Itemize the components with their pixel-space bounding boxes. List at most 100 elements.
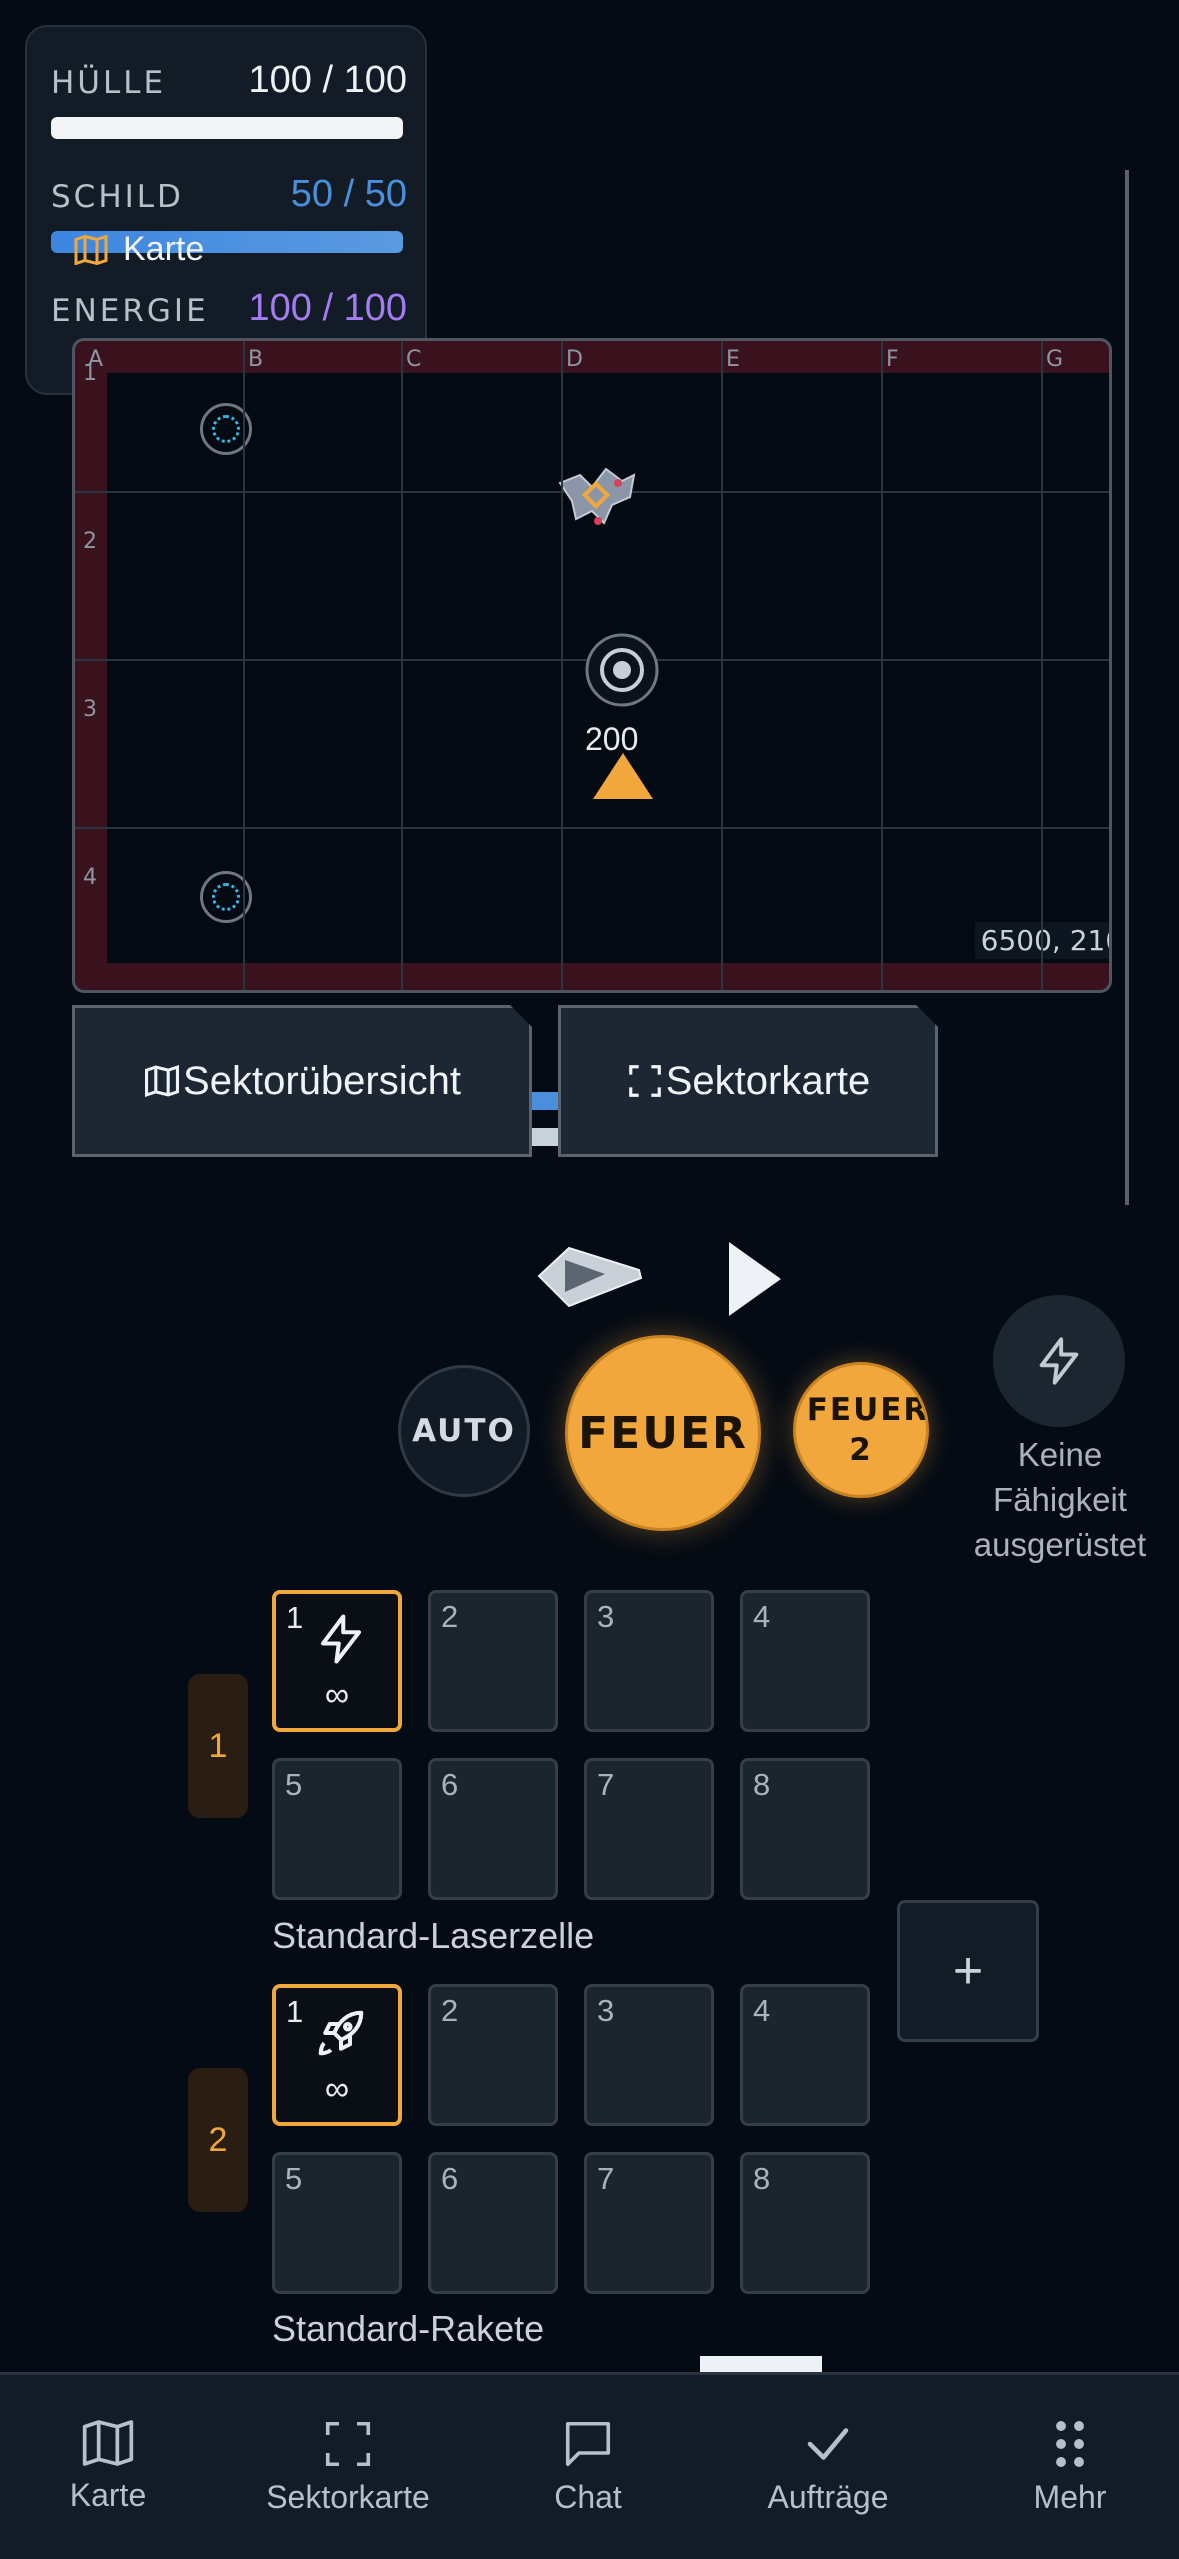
slot-number: 5 xyxy=(285,1767,303,1802)
weapon-group-badge[interactable]: 1 xyxy=(188,1674,248,1818)
rocket-icon xyxy=(318,2010,364,2056)
slot-number: 7 xyxy=(597,1767,615,1802)
energy-value: 100 / 100 xyxy=(248,287,407,329)
nav-item-karte[interactable]: Karte xyxy=(48,2375,168,2559)
nav-item-mehr[interactable]: Mehr xyxy=(1010,2375,1130,2559)
enemy-ship-icon[interactable] xyxy=(552,461,642,536)
hull-bar-fill xyxy=(51,117,403,139)
nav-item-chat[interactable]: Chat xyxy=(528,2375,648,2559)
map-row-label: 2 xyxy=(83,529,97,554)
slot-number: 5 xyxy=(285,2161,303,2196)
slot-number: 8 xyxy=(753,1767,771,1802)
weapon-group-name: Standard-Rakete xyxy=(272,2308,545,2349)
sector-map-label: Sektorkarte xyxy=(665,1058,871,1103)
slot-number: 8 xyxy=(753,2161,771,2196)
weapon-slot[interactable]: 2 xyxy=(428,1984,558,2126)
weapon-slot[interactable]: 6 xyxy=(428,2152,558,2294)
map-row-label: 1 xyxy=(83,361,97,386)
slot-number: 6 xyxy=(441,2161,459,2196)
slot-number: 4 xyxy=(753,1599,771,1634)
add-weapon-group-button[interactable]: + xyxy=(897,1900,1039,2042)
slot-number: 4 xyxy=(753,1993,771,2028)
map-column-label: B xyxy=(248,347,264,372)
weapon-slot[interactable]: 7 xyxy=(584,2152,714,2294)
map-column-label: G xyxy=(1046,347,1064,372)
ammo-count: ∞ xyxy=(324,2070,350,2108)
weapon-slot[interactable]: 1 ∞ xyxy=(272,1984,402,2126)
slot-number: 2 xyxy=(441,1993,459,2028)
sector-minimap[interactable]: 200 6500, 2100 ABCDEFG1234 xyxy=(72,338,1112,993)
sector-overview-button[interactable]: Sektorübersicht xyxy=(72,1005,532,1157)
check-icon xyxy=(807,2428,849,2460)
lightning-icon xyxy=(1039,1337,1079,1385)
slot-number: 2 xyxy=(441,1599,459,1634)
shield-label: SCHILD xyxy=(51,179,184,215)
nav-item-sektorkarte[interactable]: Sektorkarte xyxy=(248,2375,448,2559)
hull-value: 100 / 100 xyxy=(248,59,407,101)
player-marker-icon xyxy=(593,753,653,799)
fire-button[interactable]: FEUER xyxy=(565,1335,761,1531)
map-row-label: 4 xyxy=(83,865,97,890)
lightning-icon xyxy=(320,1614,362,1664)
group-badge-number: 2 xyxy=(208,2120,228,2159)
map-row-label: 3 xyxy=(83,697,97,722)
weapon-slot[interactable]: 4 xyxy=(740,1984,870,2126)
target-icon[interactable] xyxy=(583,631,661,709)
weapon-group-name: Standard-Laserzelle xyxy=(272,1915,595,1956)
weapon-slot[interactable]: 6 xyxy=(428,1758,558,1900)
map-icon xyxy=(82,2420,134,2466)
map-column-label: E xyxy=(726,347,740,372)
scrollbar[interactable] xyxy=(1125,170,1129,1205)
map-gridline xyxy=(1041,341,1043,990)
bottom-navigation: Karte Sektorkarte Chat Aufträge Mehr xyxy=(0,2372,1179,2559)
hull-bar xyxy=(51,117,403,139)
weapon-group-badge[interactable]: 2 xyxy=(188,2068,248,2212)
frame-icon xyxy=(626,1062,664,1100)
weapon-slot[interactable]: 5 xyxy=(272,2152,402,2294)
fire-2-button[interactable]: FEUER 2 xyxy=(793,1362,929,1498)
weapon-slot[interactable]: 2 xyxy=(428,1590,558,1732)
sector-map-button[interactable]: Sektorkarte xyxy=(558,1005,938,1157)
weapon-slot[interactable]: 7 xyxy=(584,1758,714,1900)
weapon-slot[interactable]: 1 ∞ xyxy=(272,1590,402,1732)
slot-number: 1 xyxy=(286,1994,304,2029)
map-gridline xyxy=(243,341,245,990)
map-gridline xyxy=(561,341,563,990)
map-column-label: C xyxy=(406,347,422,372)
map-tooltip-label: Karte xyxy=(123,230,205,268)
map-area[interactable]: 200 6500, 2100 xyxy=(75,373,1109,963)
map-gridline xyxy=(721,341,723,990)
nav-label: Karte xyxy=(69,2477,147,2513)
weapon-slot[interactable]: 5 xyxy=(272,1758,402,1900)
bar-fragment xyxy=(532,1092,558,1110)
fire2-number: 2 xyxy=(849,1432,873,1468)
scroll-indicator xyxy=(700,2356,822,2372)
weapon-slot[interactable]: 8 xyxy=(740,1758,870,1900)
nav-label: Sektorkarte xyxy=(266,2479,430,2515)
add-label: + xyxy=(952,1942,984,2000)
slot-number: 7 xyxy=(597,2161,615,2196)
group-badge-number: 1 xyxy=(208,1726,228,1765)
slot-number: 3 xyxy=(597,1599,615,1634)
nav-item-auftraege[interactable]: Aufträge xyxy=(748,2375,908,2559)
weapon-slot[interactable]: 3 xyxy=(584,1984,714,2126)
play-icon[interactable] xyxy=(725,1240,785,1318)
ability-button[interactable] xyxy=(993,1295,1125,1427)
auto-fire-button[interactable]: AUTO xyxy=(398,1365,530,1497)
weapon-slot[interactable]: 4 xyxy=(740,1590,870,1732)
weapon-slot[interactable]: 3 xyxy=(584,1590,714,1732)
player-ship-icon xyxy=(537,1246,643,1308)
shield-value: 50 / 50 xyxy=(290,173,407,215)
map-column-label: D xyxy=(566,347,583,372)
map-gridline xyxy=(881,341,883,990)
slot-number: 1 xyxy=(286,1600,304,1635)
fire-label: FEUER xyxy=(578,1407,748,1459)
map-column-label: F xyxy=(886,347,899,372)
hull-label: HÜLLE xyxy=(51,65,167,101)
map-icon xyxy=(143,1064,181,1098)
weapon-slot[interactable]: 8 xyxy=(740,2152,870,2294)
frame-icon xyxy=(325,2421,371,2467)
nav-label: Mehr xyxy=(1033,2479,1107,2515)
slot-number: 6 xyxy=(441,1767,459,1802)
dots-icon xyxy=(1056,2421,1084,2467)
